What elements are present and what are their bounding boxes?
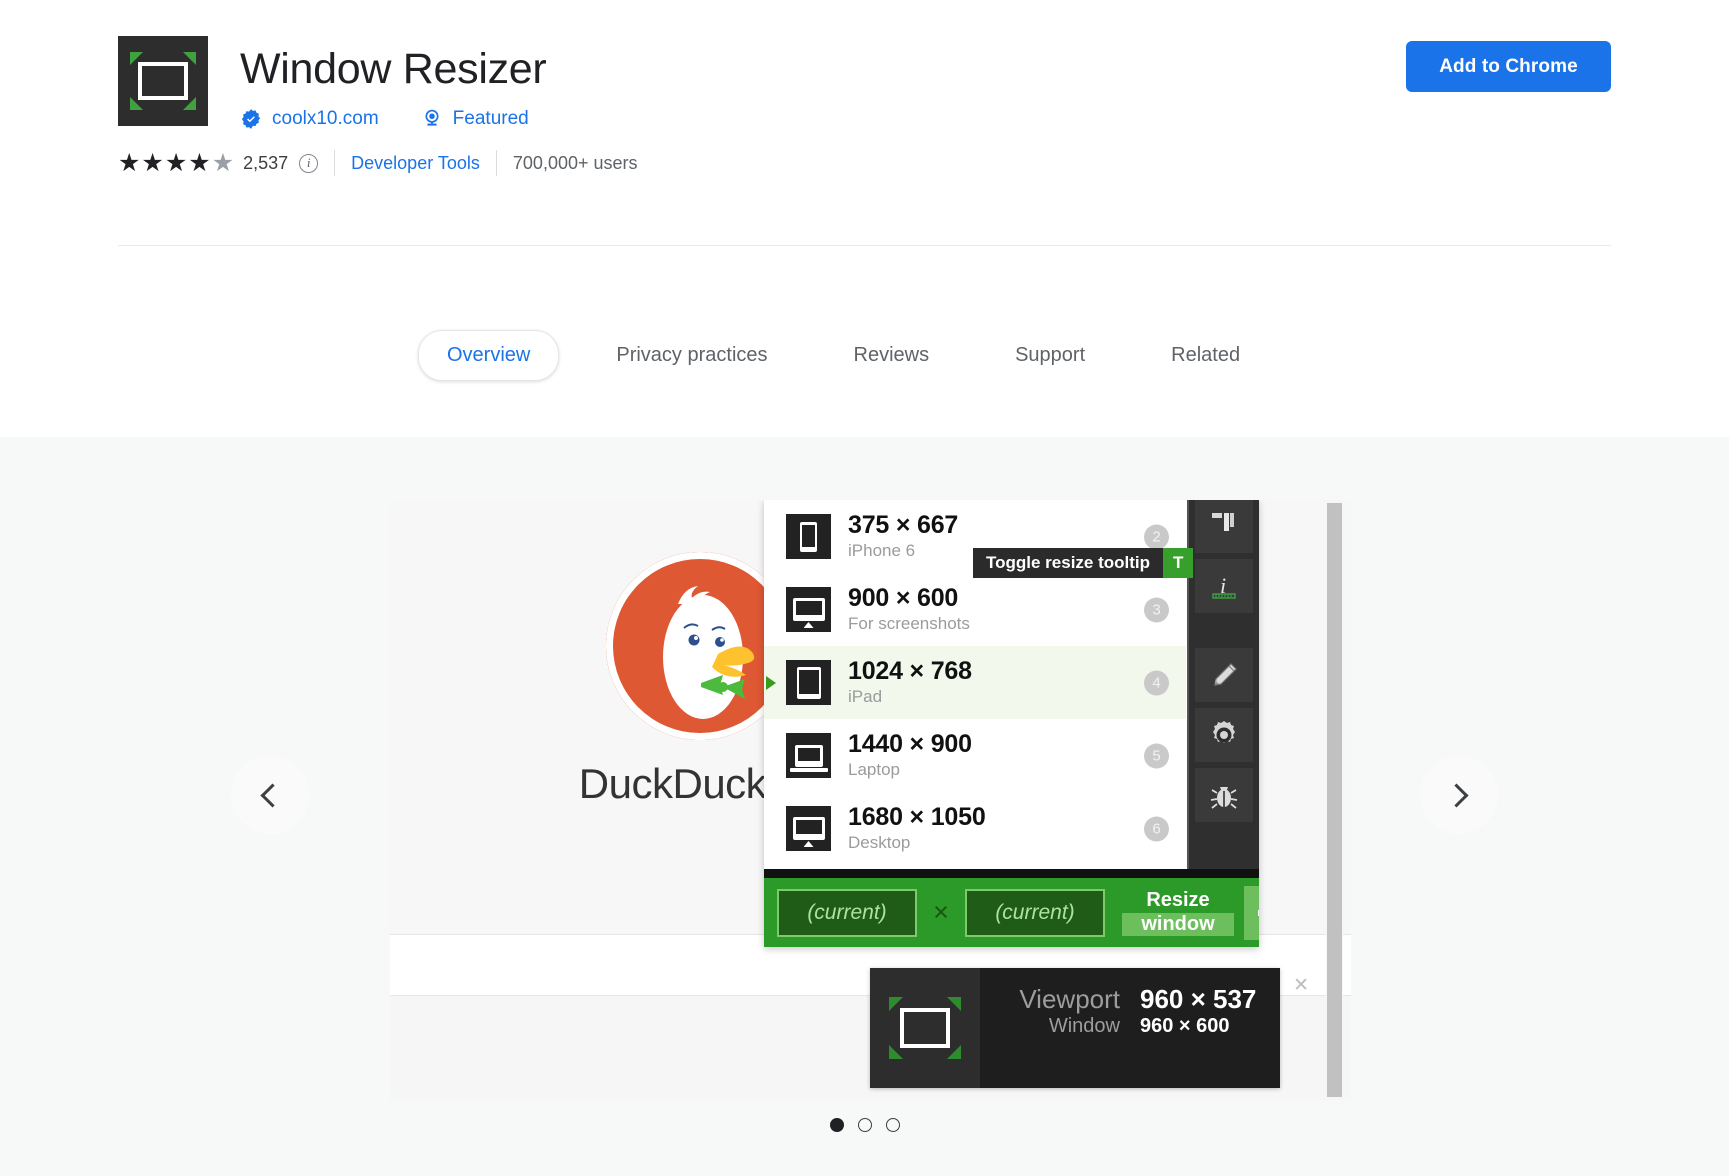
resolution-dimensions: 1024 × 768 xyxy=(848,657,972,686)
carousel-next-button[interactable] xyxy=(1420,756,1498,834)
chevron-left-icon xyxy=(260,782,285,808)
tooltip-shortcut-key: T xyxy=(1163,548,1194,578)
viewport-line: Viewport 960 × 537 xyxy=(980,984,1300,1015)
scrollbar-thumb[interactable] xyxy=(1327,503,1342,1097)
featured-label[interactable]: Featured xyxy=(453,108,529,130)
verified-badge-icon xyxy=(240,108,262,130)
resolution-row-laptop[interactable]: 1440 × 900 Laptop 5 xyxy=(764,719,1186,792)
star-icon: ★ xyxy=(188,148,211,177)
carousel-prev-button[interactable] xyxy=(231,756,309,834)
toolbar-separator xyxy=(1189,619,1259,643)
resolution-row-screenshots[interactable]: 900 × 600 For screenshots 3 xyxy=(764,573,1186,646)
ruler-icon[interactable] xyxy=(1195,500,1253,553)
popup-toolbar: i xyxy=(1187,500,1259,894)
resolution-label: Laptop xyxy=(848,760,900,780)
viewport-value: 960 × 537 xyxy=(1140,984,1257,1014)
resolution-row-ipad[interactable]: 1024 × 768 iPad 4 xyxy=(764,646,1186,719)
multiply-symbol: × xyxy=(933,897,949,927)
rating-count: 2,537 xyxy=(243,152,289,173)
extension-detail-page: Window Resizer coolx10.com Featured Add … xyxy=(0,0,1729,1176)
header-divider xyxy=(118,245,1611,246)
carousel-dot-1[interactable] xyxy=(829,1118,844,1132)
star-icon: ★ xyxy=(141,148,164,177)
resolution-shortcut-number: 4 xyxy=(1144,670,1169,695)
close-icon[interactable]: ✕ xyxy=(1293,976,1309,995)
resolution-label: iPhone 6 xyxy=(848,541,916,561)
window-resizer-logo-icon xyxy=(118,36,208,126)
resolution-label: iPad xyxy=(848,687,883,707)
carousel-dot-3[interactable] xyxy=(885,1118,900,1132)
tab-bar: Overview Privacy practices Reviews Suppo… xyxy=(0,330,1729,381)
window-value: 960 × 600 xyxy=(1140,1015,1230,1037)
resolution-dimensions: 900 × 600 xyxy=(848,584,959,613)
window-line: Window 960 × 600 xyxy=(980,1015,1300,1038)
viewport-label: Viewport xyxy=(1019,984,1120,1014)
window-label: Window xyxy=(1048,1015,1120,1037)
page-title: Window Resizer xyxy=(240,45,547,93)
resolution-dimensions: 1440 × 900 xyxy=(848,730,972,759)
selected-marker-icon xyxy=(766,675,776,690)
resolution-row-desktop[interactable]: 1680 × 1050 Desktop 6 xyxy=(764,792,1186,865)
resolution-shortcut-number: 2 xyxy=(1144,524,1169,549)
divider xyxy=(495,150,497,176)
resize-label-line2: window xyxy=(1122,912,1234,936)
arrow-right-icon[interactable] xyxy=(1244,885,1259,940)
tooltip-logo-icon xyxy=(870,968,980,1088)
star-rating: ★ ★ ★ ★ ★ xyxy=(118,148,235,177)
carousel-dot-2[interactable] xyxy=(857,1118,872,1132)
logo-window-frame xyxy=(138,62,188,100)
category-link[interactable]: Developer Tools xyxy=(351,153,480,174)
resolution-label: For screenshots xyxy=(848,614,970,634)
tab-overview[interactable]: Overview xyxy=(418,330,560,381)
star-half-icon: ★ xyxy=(211,148,235,177)
resolution-shortcut-number: 5 xyxy=(1144,743,1169,768)
tab-privacy-practices[interactable]: Privacy practices xyxy=(587,330,796,381)
tab-reviews[interactable]: Reviews xyxy=(825,330,959,381)
star-icon: ★ xyxy=(118,148,141,177)
tooltip-window-frame xyxy=(900,1008,950,1048)
phone-icon xyxy=(786,514,831,559)
tab-support[interactable]: Support xyxy=(986,330,1114,381)
monitor-icon xyxy=(786,587,831,632)
star-icon: ★ xyxy=(164,148,188,177)
developer-website-link[interactable]: coolx10.com xyxy=(272,108,379,130)
publisher-meta-row: coolx10.com Featured xyxy=(240,108,529,130)
gear-icon[interactable] xyxy=(1195,708,1253,762)
rating-row: ★ ★ ★ ★ ★ 2,537 i Developer Tools 700,00… xyxy=(118,150,638,176)
chevron-right-icon xyxy=(1444,782,1469,808)
resize-bottom-bar: (current) × (current) Resize window xyxy=(764,869,1259,947)
resolution-dimensions: 1680 × 1050 xyxy=(848,803,986,832)
resolution-shortcut-number: 6 xyxy=(1144,816,1169,841)
add-to-chrome-button[interactable]: Add to Chrome xyxy=(1406,41,1611,92)
window-resizer-popup: 375 × 667 iPhone 6 2 900 × 600 For scree… xyxy=(764,500,1259,947)
laptop-icon xyxy=(786,733,831,778)
resize-window-label: Resize window xyxy=(1122,888,1234,936)
pencil-icon[interactable] xyxy=(1195,648,1253,702)
viewport-size-tooltip: ✕ Viewport 960 × 537 Window 960 × 600 xyxy=(870,968,1309,1088)
page-header: Window Resizer coolx10.com Featured Add … xyxy=(0,0,1729,437)
height-input[interactable]: (current) xyxy=(965,888,1105,937)
width-input[interactable]: (current) xyxy=(777,888,917,937)
tab-related[interactable]: Related xyxy=(1142,330,1269,381)
resolution-dimensions: 375 × 667 xyxy=(848,511,959,540)
info-icon[interactable]: i xyxy=(299,153,319,173)
info-ruler-icon[interactable]: i xyxy=(1195,559,1253,613)
resolution-label: Desktop xyxy=(848,833,911,853)
tooltip-text: Toggle resize tooltip xyxy=(973,548,1164,578)
resize-label-line1: Resize xyxy=(1146,888,1210,911)
divider xyxy=(334,150,336,176)
toggle-resize-tooltip: Toggle resize tooltip T xyxy=(973,548,1194,578)
page-scrollbar[interactable] xyxy=(1326,500,1343,1100)
viewport-tooltip-body: ✕ Viewport 960 × 537 Window 960 × 600 xyxy=(980,968,1324,1088)
resolution-shortcut-number: 3 xyxy=(1144,597,1169,622)
tablet-icon xyxy=(786,660,831,705)
monitor-icon xyxy=(786,806,831,851)
carousel-dots xyxy=(0,1118,1729,1132)
user-count: 700,000+ users xyxy=(512,152,638,173)
bug-icon[interactable] xyxy=(1195,768,1253,822)
featured-badge-icon xyxy=(421,108,443,130)
